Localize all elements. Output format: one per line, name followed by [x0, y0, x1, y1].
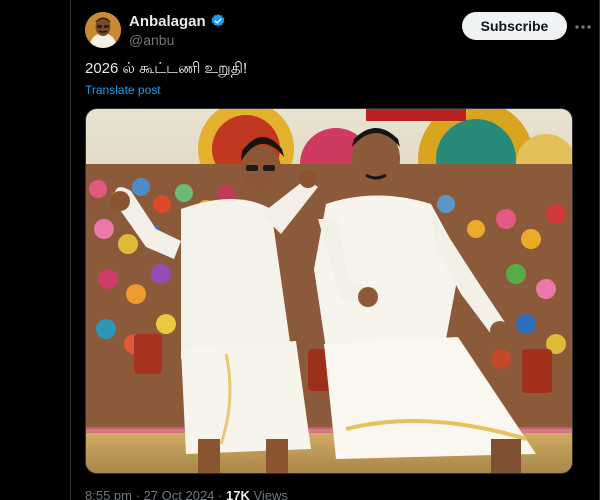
translate-post-link[interactable]: Translate post [85, 83, 161, 97]
subscribe-button[interactable]: Subscribe [462, 12, 567, 40]
post-photo[interactable] [85, 108, 573, 474]
views-label: Views [253, 488, 288, 500]
author-display-name[interactable]: Anbalagan [129, 13, 206, 30]
post-meta: 8:55 pm · 27 Oct 2024 · 17K Views [85, 488, 288, 500]
post-date[interactable]: 27 Oct 2024 [144, 488, 215, 500]
post-text: 2026 ல் கூட்டணி உறுதி! [85, 60, 248, 77]
photo-illustration [86, 109, 572, 473]
author-info: Anbalagan @anbu [129, 12, 226, 48]
verified-badge-icon [210, 13, 226, 29]
author-handle[interactable]: @anbu [129, 32, 226, 48]
tweet-header: Anbalagan @anbu Subscribe [85, 12, 599, 48]
views-count[interactable]: 17K [226, 488, 250, 500]
meta-separator-2: · [218, 488, 223, 500]
meta-separator: · [135, 488, 140, 500]
post-time[interactable]: 8:55 pm [85, 488, 132, 500]
profile-avatar[interactable] [85, 12, 121, 48]
more-icon[interactable] [573, 18, 593, 36]
tweet-card[interactable]: Anbalagan @anbu Subscribe 2026 ல் கூட்டண… [71, 0, 599, 500]
